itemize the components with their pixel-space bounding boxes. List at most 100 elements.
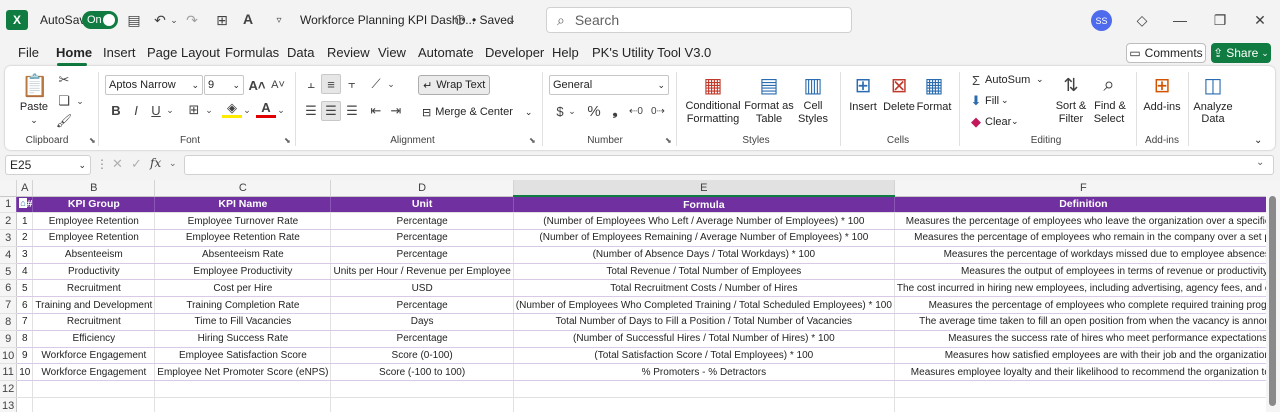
header-cell-kpi-group[interactable]: KPI Group [32, 196, 156, 214]
insert-function-icon[interactable]: fx [150, 156, 161, 170]
table-cell[interactable]: Measures the percentage of employees who… [894, 229, 1266, 247]
copy-dropdown-icon[interactable]: ⌄ [74, 91, 86, 111]
delete-cells-label[interactable]: Delete [881, 101, 917, 114]
row-header[interactable]: 9 [0, 330, 18, 348]
increase-decimal-icon[interactable]: ⇠0 [626, 101, 646, 121]
copy-icon[interactable]: ❏ [54, 91, 74, 111]
row-header[interactable]: 13 [0, 397, 18, 412]
table-cell[interactable]: (Number of Absence Days / Total Workdays… [513, 246, 895, 264]
table-cell[interactable]: Hiring Success Rate [154, 330, 332, 348]
cancel-entry-icon[interactable]: ✕ [112, 156, 123, 172]
column-header-d[interactable]: D [330, 180, 514, 197]
table-cell[interactable]: Employee Retention Rate [154, 229, 332, 247]
table-cell[interactable]: 7 [16, 313, 34, 331]
more-options-icon[interactable]: ⋮ [96, 157, 108, 171]
table-cell[interactable]: 1 [16, 212, 34, 231]
conditional-formatting-label-2[interactable]: Formatting [684, 113, 742, 126]
table-cell[interactable] [154, 397, 332, 412]
confirm-entry-icon[interactable]: ✓ [131, 156, 142, 172]
table-cell[interactable]: Training and Development [32, 296, 156, 315]
table-cell[interactable] [32, 397, 156, 412]
table-cell[interactable]: (Number of Employees Remaining / Average… [513, 229, 895, 247]
paste-icon[interactable]: 📋 [21, 72, 48, 100]
undo-dropdown-icon[interactable]: ⌄ [168, 10, 180, 30]
header-cell-formula[interactable]: Formula [513, 196, 895, 214]
table-cell[interactable]: Recruitment [32, 313, 156, 331]
table-cell[interactable]: Recruitment [32, 279, 156, 298]
italic-button[interactable]: I [126, 100, 146, 120]
insert-cells-label[interactable]: Insert [847, 101, 879, 114]
row-header[interactable]: 11 [0, 363, 18, 382]
conditional-formatting-label[interactable]: Conditional [684, 100, 742, 113]
delete-cells-icon[interactable]: ⊠ [886, 72, 912, 98]
autosave-toggle[interactable]: On [82, 11, 118, 29]
table-cell[interactable]: Percentage [330, 296, 514, 315]
table-cell[interactable]: Measures the success rate of hires who m… [894, 330, 1266, 348]
align-top-icon[interactable]: ⫠ [301, 74, 321, 94]
font-name-select[interactable]: Aptos Narrow ⌄ [105, 75, 203, 95]
fill-color-dropdown-icon[interactable]: ⌄ [241, 100, 253, 120]
font-color-dropdown-icon[interactable]: ⌄ [275, 100, 287, 120]
column-header-c[interactable]: C [154, 180, 332, 197]
tab-view[interactable]: View [378, 45, 406, 60]
expand-formula-bar-icon[interactable]: ⌄ [1256, 157, 1264, 168]
close-icon[interactable]: ✕ [1250, 10, 1270, 30]
row-header[interactable]: 3 [0, 229, 18, 247]
underline-button[interactable]: U [146, 100, 166, 120]
decrease-decimal-icon[interactable]: 0⇢ [648, 101, 668, 121]
table-cell[interactable]: Measures the percentage of employees who… [894, 296, 1266, 315]
tab-utility-tool[interactable]: PK's Utility Tool V3.0 [592, 45, 711, 60]
paste-dropdown-icon[interactable]: ⌄ [28, 114, 40, 127]
analyze-data-label-2[interactable]: Data [1192, 113, 1234, 126]
vertical-scroll-thumb[interactable] [1269, 196, 1276, 406]
select-all-corner[interactable] [0, 180, 18, 197]
fill-label[interactable]: Fill [985, 95, 999, 108]
cell-styles-label[interactable]: Cell [794, 100, 832, 113]
font-launcher-icon[interactable]: ⬊ [284, 136, 291, 145]
number-launcher-icon[interactable]: ⬊ [665, 136, 672, 145]
table-cell[interactable]: Percentage [330, 229, 514, 247]
autosum-label[interactable]: AutoSum [985, 74, 1030, 87]
header-cell-kpi-name[interactable]: KPI Name [154, 196, 332, 214]
column-header-f[interactable]: F [894, 180, 1266, 197]
autosum-icon[interactable]: Σ [966, 70, 986, 90]
table-cell[interactable]: Absenteeism Rate [154, 246, 332, 264]
format-as-table-label-2[interactable]: Table [744, 113, 794, 126]
find-select-label-2[interactable]: Select [1088, 113, 1130, 126]
column-header-e[interactable]: E [513, 180, 895, 197]
clear-label[interactable]: Clear [985, 116, 1011, 129]
align-left-icon[interactable]: ☰ [301, 101, 321, 121]
table-cell[interactable]: (Total Satisfaction Score / Total Employ… [513, 347, 895, 365]
wrap-text-button[interactable]: ↵ Wrap Text [418, 75, 490, 95]
sort-filter-label-2[interactable]: Filter [1050, 113, 1092, 126]
tab-page-layout[interactable]: Page Layout [147, 45, 220, 60]
table-cell[interactable]: Employee Satisfaction Score [154, 347, 332, 365]
table-cell[interactable]: 6 [16, 296, 34, 315]
header-cell-definition[interactable]: Definition [894, 196, 1266, 214]
table-cell[interactable]: 4 [16, 263, 34, 281]
format-painter-icon[interactable]: 🖌 [54, 111, 74, 131]
column-header-a[interactable]: A [16, 180, 34, 197]
table-cell[interactable]: 9 [16, 347, 34, 365]
spreadsheet-grid[interactable]: A B C D E F 1 ⌂ # KPI Group KPI Name Unit… [0, 180, 1266, 412]
row-header[interactable]: 4 [0, 246, 18, 264]
table-cell[interactable]: Time to Fill Vacancies [154, 313, 332, 331]
table-cell[interactable]: (Number of Employees Who Left / Average … [513, 212, 895, 231]
format-cells-icon[interactable]: ▦ [921, 72, 947, 98]
align-middle-icon[interactable]: ≡ [321, 74, 341, 94]
find-select-label[interactable]: Find & [1090, 100, 1130, 113]
align-center-icon[interactable]: ☰ [321, 101, 341, 121]
borders-button-icon[interactable]: ⊞ [184, 100, 204, 120]
table-cell[interactable]: 2 [16, 229, 34, 247]
table-cell[interactable]: Efficiency [32, 330, 156, 348]
table-cell[interactable]: Employee Productivity [154, 263, 332, 281]
currency-dropdown-icon[interactable]: ⌄ [566, 101, 578, 121]
table-cell[interactable]: % Promoters - % Detractors [513, 363, 895, 382]
table-cell[interactable]: Percentage [330, 212, 514, 231]
autosum-dropdown-icon[interactable]: ⌄ [1036, 73, 1044, 86]
table-cell[interactable]: Total Recruitment Costs / Number of Hire… [513, 279, 895, 298]
row-header[interactable]: 10 [0, 347, 18, 365]
comments-button[interactable]: ▭ Comments [1126, 43, 1206, 63]
table-cell[interactable]: Percentage [330, 246, 514, 264]
merge-center-button[interactable]: ⊟ Merge & Center ⌄ [418, 102, 536, 122]
